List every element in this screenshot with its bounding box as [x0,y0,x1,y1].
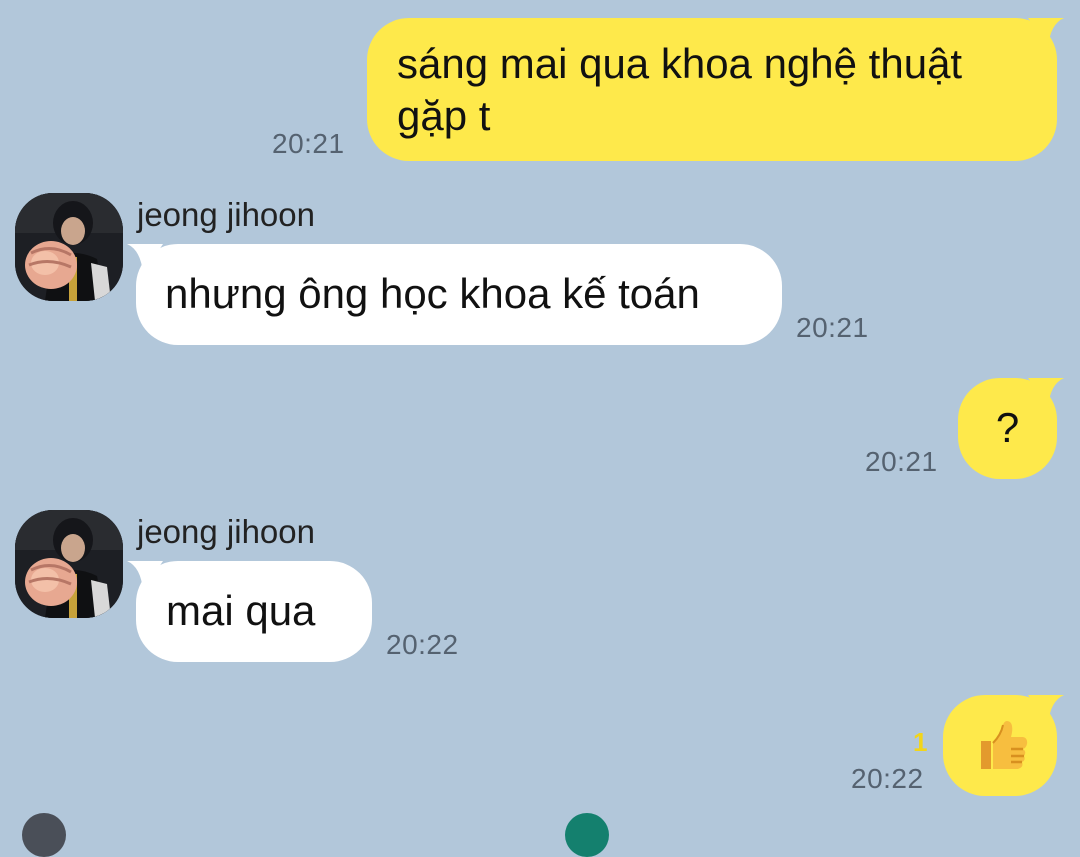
profile-photo-icon [15,510,123,618]
message-time: 20:21 [272,128,345,159]
message-text: nhưng ông học khoa kế toán [165,270,700,317]
message-time: 20:21 [796,312,869,343]
sender-name[interactable]: jeong jihoon [137,513,315,551]
chat-message-list[interactable]: 20:21 sáng mai qua khoa nghệ thuật gặp t [0,0,1080,857]
bubble-tail [1028,378,1064,408]
message-time: 20:21 [865,446,938,477]
message-bubble[interactable]: nhưng ông học khoa kế toán [136,244,782,345]
message-bubble[interactable]: mai qua [136,561,372,662]
thumbs-up-icon [981,721,1028,769]
unread-count: 1 [913,727,928,757]
message-time: 20:22 [851,763,924,794]
partial-avatar [22,813,66,857]
sender-name[interactable]: jeong jihoon [137,196,315,234]
avatar[interactable] [15,510,123,618]
message-text: sáng mai qua khoa nghệ thuật gặp t [397,40,963,139]
partial-icon [565,813,609,857]
bubble-tail [1028,18,1064,48]
message-bubble[interactable]: sáng mai qua khoa nghệ thuật gặp t [367,18,1057,161]
message-text: ? [995,404,1020,451]
avatar[interactable] [15,193,123,301]
profile-photo-icon [15,193,123,301]
message-time: 20:22 [386,629,459,660]
bubble-tail [1028,695,1064,725]
message-text: mai qua [166,587,316,634]
